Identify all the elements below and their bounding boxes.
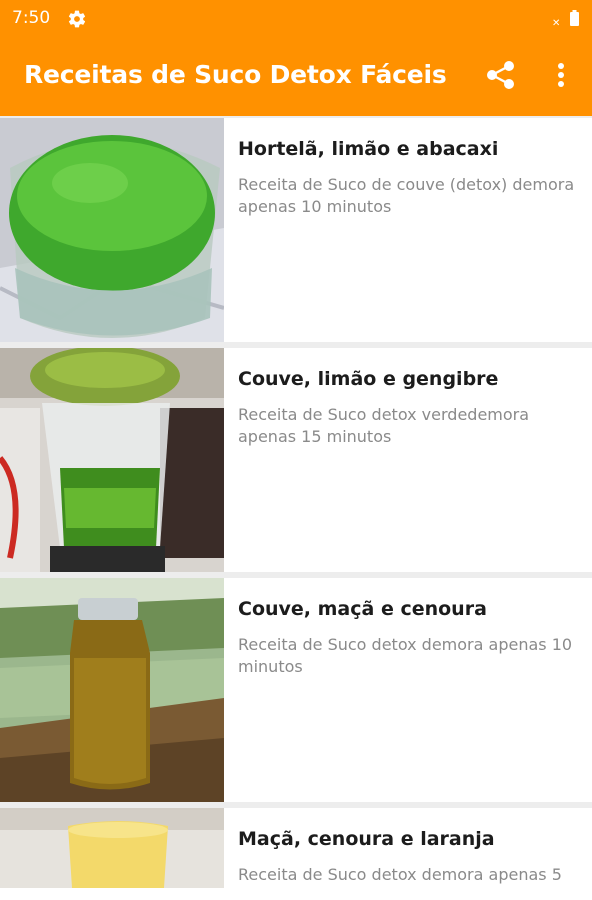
recipe-card[interactable]: Couve, limão e gengibre Receita de Suco … [0,348,592,572]
recipe-image [0,808,224,888]
status-time: 7:50 [12,8,51,28]
recipe-image [0,118,224,342]
recipe-description: Receita de Suco de couve (detox) demora … [238,175,575,216]
recipe-description: Receita de Suco detox demora apenas 5 mi… [238,865,562,884]
more-vert-icon[interactable] [545,58,577,92]
app-title: Receitas de Suco Detox Fáceis [24,60,447,89]
recipe-card[interactable]: Couve, maçã e cenoura Receita de Suco de… [0,578,592,802]
recipe-card[interactable]: Maçã, cenoura e laranja Receita de Suco … [0,808,592,900]
app-bar: Receitas de Suco Detox Fáceis [0,36,592,116]
status-bar: 7:50 ✕ [0,0,592,36]
share-icon[interactable] [484,58,518,92]
recipe-card[interactable]: Hortelã, limão e abacaxi Receita de Suco… [0,118,592,342]
recipe-list: Hortelã, limão e abacaxi Receita de Suco… [0,116,592,900]
recipe-title: Couve, limão e gengibre [238,368,499,390]
recipe-title: Couve, maçã e cenoura [238,598,487,620]
gear-icon [68,10,86,28]
recipe-description: Receita de Suco detox demora apenas 10 m… [238,635,573,676]
battery-icon [570,10,579,26]
signal-icon: ✕ [552,18,561,29]
recipe-image [0,578,224,802]
recipe-title: Hortelã, limão e abacaxi [238,138,499,160]
recipe-title: Maçã, cenoura e laranja [238,828,495,850]
recipe-image [0,348,224,572]
recipe-description: Receita de Suco detox verdedemora apenas… [238,405,530,446]
